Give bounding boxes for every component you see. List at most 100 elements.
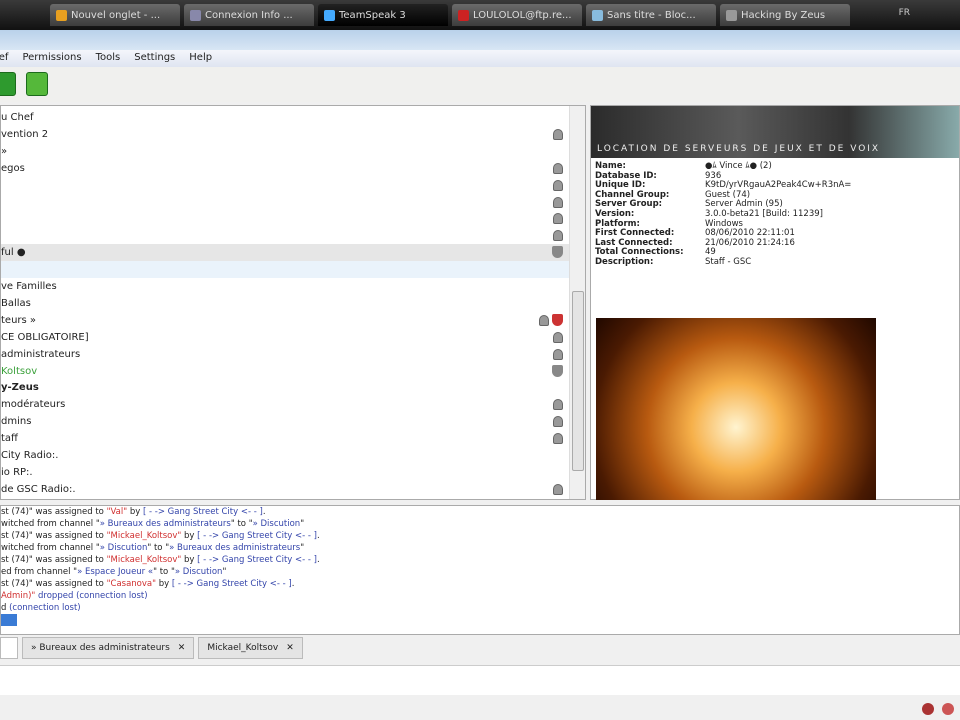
channel-row[interactable]: io RP:. xyxy=(1,464,569,481)
log-segment: » Discution xyxy=(252,519,301,529)
lock-icon xyxy=(553,230,563,242)
menu-item[interactable]: Help xyxy=(189,52,212,67)
channel-row[interactable]: y-Zeus xyxy=(1,379,569,396)
taskbar-tab[interactable]: Connexion Info ... xyxy=(184,4,314,26)
taskbar-tab[interactable]: Sans titre - Bloc... xyxy=(586,4,716,26)
tab-server[interactable] xyxy=(0,637,18,659)
status-icon xyxy=(942,703,954,715)
channel-row[interactable] xyxy=(1,194,569,211)
client-avatar-image xyxy=(596,318,876,500)
connect-button[interactable] xyxy=(0,72,16,96)
menu-item[interactable]: Permissions xyxy=(22,52,81,67)
toolbar xyxy=(0,67,960,102)
channel-row[interactable]: City Radio:. xyxy=(1,447,569,464)
menu-item[interactable]: Settings xyxy=(134,52,175,67)
log-segment: » Espace Joueur « xyxy=(77,567,154,577)
log-segment: » Bureaux des administrateurs xyxy=(169,543,301,553)
server-group-icon xyxy=(552,364,563,377)
taskbar-tab[interactable]: TeamSpeak 3 xyxy=(318,4,448,26)
channel-row[interactable] xyxy=(1,177,569,194)
lock-icon xyxy=(553,196,563,208)
taskbar-tab[interactable]: Hacking By Zeus xyxy=(720,4,850,26)
lock-icon xyxy=(553,179,563,191)
app-icon xyxy=(190,9,201,21)
log-segment: by xyxy=(127,507,143,517)
log-segment: » Bureaux des administrateurs xyxy=(99,519,231,529)
channel-name: ful ● xyxy=(1,247,26,259)
log-segment: witched from channel " xyxy=(1,519,100,529)
channel-row[interactable]: vention 2 xyxy=(1,126,569,143)
field-value: 21/06/2010 21:24:16 xyxy=(705,237,795,248)
channel-row[interactable]: Koltsov xyxy=(1,363,569,380)
channel-row[interactable]: teurs » xyxy=(1,312,569,329)
menu-item[interactable]: ief xyxy=(0,52,8,67)
channel-row[interactable]: administrateurs xyxy=(1,346,569,363)
channel-row[interactable]: u Chef xyxy=(1,109,569,126)
chat-tab[interactable]: » Bureaux des administrateurs ✕ xyxy=(22,637,195,659)
log-segment: . xyxy=(291,579,295,589)
channel-name: de GSC Radio:. xyxy=(1,483,76,495)
log-segment: " xyxy=(300,543,305,553)
app-icon xyxy=(726,9,737,21)
server-log: st (74)" was assigned to "Val" by [ - ->… xyxy=(0,505,960,635)
channel-row[interactable]: de GSC Radio:. xyxy=(1,481,569,498)
close-icon[interactable]: ✕ xyxy=(178,643,186,653)
log-line: st (74)" was assigned to "Mickael_Koltso… xyxy=(1,554,959,566)
log-segment: witched from channel " xyxy=(1,543,100,553)
language-indicator: FR xyxy=(898,8,910,18)
channel-row[interactable]: taff xyxy=(1,430,569,447)
channel-name: modérateurs xyxy=(1,399,66,411)
channel-row[interactable]: modérateurs xyxy=(1,396,569,413)
channel-row[interactable] xyxy=(1,210,569,227)
channel-row[interactable]: ve Familles xyxy=(1,278,569,295)
app-icon xyxy=(324,9,335,21)
taskbar-tab[interactable]: LOULOLOL@ftp.re... xyxy=(452,4,582,26)
channel-name: egos xyxy=(1,162,25,174)
menu-item[interactable]: Tools xyxy=(96,52,121,67)
taskbar-tab[interactable]: Nouvel onglet - ... xyxy=(50,4,180,26)
chat-tab[interactable]: Mickael_Koltsov ✕ xyxy=(198,637,303,659)
lock-icon xyxy=(539,314,549,326)
field-value: Staff - GSC xyxy=(705,256,752,267)
warning-icon[interactable] xyxy=(922,703,934,715)
lock-icon xyxy=(553,213,563,225)
channel-row[interactable]: CE OBLIGATOIRE] xyxy=(1,329,569,346)
log-segment: st (74)" was assigned to xyxy=(1,507,107,517)
channel-row[interactable]: ful ● xyxy=(1,244,569,262)
contacts-button[interactable] xyxy=(26,72,48,96)
log-line: st (74)" was assigned to "Mickael_Koltso… xyxy=(1,530,959,542)
channel-name: u Chef xyxy=(1,112,34,123)
menu-bar: ief Permissions Tools Settings Help xyxy=(0,50,960,67)
close-icon[interactable]: ✕ xyxy=(286,643,294,653)
tree-scrollbar[interactable] xyxy=(569,106,585,499)
log-line: st (74)" was assigned to "Casanova" by [… xyxy=(1,578,959,590)
scroll-thumb[interactable] xyxy=(572,291,584,471)
log-segment: st (74)" was assigned to xyxy=(1,579,107,589)
log-segment: d xyxy=(1,603,10,613)
channel-row[interactable]: Ballas xyxy=(1,295,569,312)
log-line: Admin)" dropped (connection lost) xyxy=(1,590,959,602)
selected-log-line xyxy=(1,614,17,626)
channel-row[interactable] xyxy=(1,227,569,244)
log-segment: ed from channel " xyxy=(1,567,78,577)
lock-icon xyxy=(553,433,563,445)
log-segment: » Discution xyxy=(99,543,148,553)
channel-row[interactable]: » xyxy=(1,143,569,160)
log-segment: "Mickael_Koltsov" xyxy=(106,531,182,541)
log-segment: by xyxy=(181,531,198,541)
log-segment: . xyxy=(316,555,320,565)
channel-row[interactable]: dmins xyxy=(1,413,569,430)
log-line: ed from channel "» Espace Joueur «" to "… xyxy=(1,566,959,578)
taskbar-tab-label: Nouvel onglet - ... xyxy=(71,9,161,21)
app-icon xyxy=(592,9,603,21)
channel-row[interactable] xyxy=(1,261,569,279)
channel-name: Koltsov xyxy=(1,365,38,377)
log-segment: [ - -> Gang Street City <- - ] xyxy=(142,507,263,517)
log-segment: by xyxy=(156,579,172,589)
log-segment: "Casanova" xyxy=(106,579,157,589)
taskbar-tab-label: Sans titre - Bloc... xyxy=(607,9,696,21)
channel-name: administrateurs xyxy=(1,348,81,360)
channel-row[interactable]: egos xyxy=(1,160,569,177)
chat-tab-label: » Bureaux des administrateurs xyxy=(31,643,170,653)
chat-input[interactable] xyxy=(0,665,960,695)
